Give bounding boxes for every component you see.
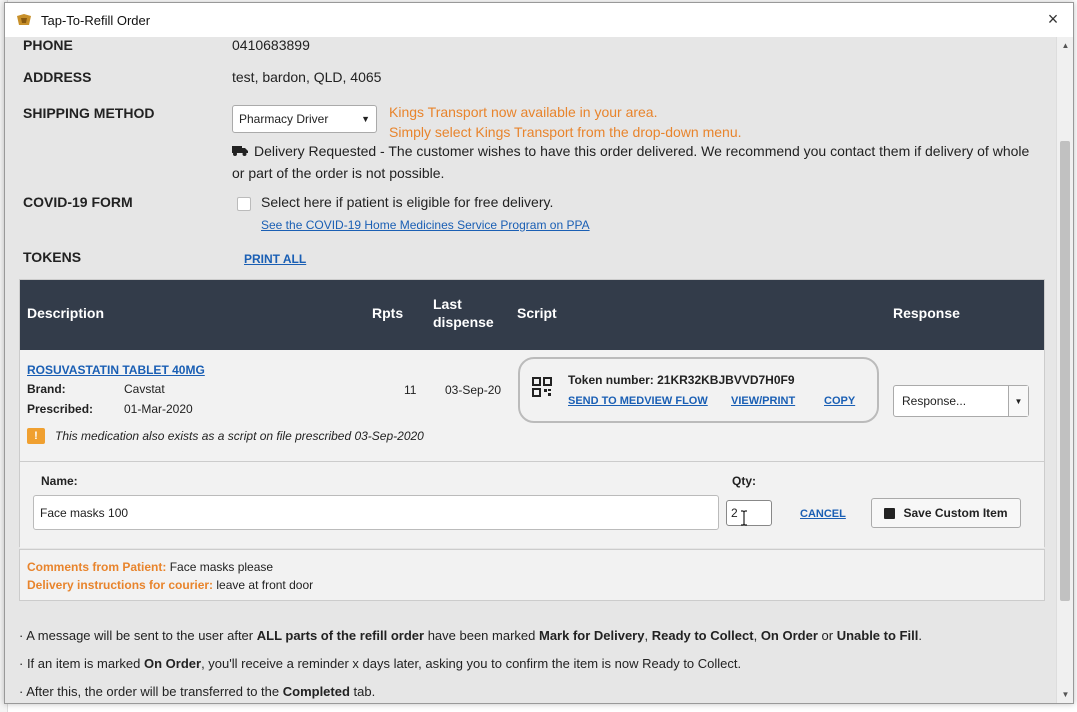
save-disk-icon — [884, 507, 896, 519]
brand-label: Brand: — [27, 382, 66, 396]
delivery-requested-note: Delivery Requested - The customer wishes… — [232, 142, 1030, 181]
dialog-content: PHONE 0410683899 ADDRESS test, bardon, Q… — [5, 37, 1057, 703]
shipping-method-value: Pharmacy Driver — [239, 112, 329, 126]
covid-eligible-checkbox[interactable] — [237, 197, 251, 211]
header-description: Description — [27, 305, 105, 321]
header-script: Script — [517, 305, 557, 321]
last-dispense-value: 03-Sep-20 — [445, 383, 502, 397]
print-all-link[interactable]: PRINT ALL — [244, 252, 306, 266]
scroll-down-icon[interactable]: ▼ — [1057, 686, 1074, 703]
custom-qty-label: Qty: — [732, 474, 756, 488]
header-last-dispense: Last dispense — [433, 296, 494, 330]
close-icon[interactable]: × — [1043, 9, 1063, 29]
warning-text: This medication also exists as a script … — [55, 429, 424, 443]
kings-transport-notice: Kings Transport now available in your ar… — [389, 104, 742, 140]
custom-qty-input[interactable]: 2 — [726, 500, 772, 526]
caret-down-icon: ▼ — [361, 114, 370, 124]
refill-order-dialog: Tap-To-Refill Order × PHONE 0410683899 A… — [4, 2, 1074, 704]
qr-code-icon — [532, 377, 552, 401]
courier-instructions: Delivery instructions for courier: leave… — [27, 578, 314, 592]
window-title: Tap-To-Refill Order — [41, 12, 151, 28]
tokens-label: TOKENS — [23, 249, 82, 265]
covid-checkbox-text: Select here if patient is eligible for f… — [261, 194, 554, 210]
response-select[interactable]: Response... ▼ — [893, 385, 1029, 417]
prescribed-value: 01-Mar-2020 — [124, 402, 193, 416]
info-bullet: · After this, the order will be transfer… — [19, 684, 376, 699]
shipping-method-label: SHIPPING METHOD — [23, 105, 155, 121]
header-rpts: Rpts — [372, 305, 404, 321]
title-bar: Tap-To-Refill Order × — [5, 3, 1073, 37]
covid-form-label: COVID-19 FORM — [23, 194, 133, 210]
caret-down-icon: ▼ — [1008, 386, 1028, 416]
custom-name-input[interactable]: Face masks 100 — [33, 495, 719, 530]
copy-link[interactable]: COPY — [824, 395, 855, 407]
table-row: ROSUVASTATIN TABLET 40MG Brand: Cavstat … — [20, 350, 1044, 462]
send-to-medview-link[interactable]: SEND TO MEDVIEW FLOW — [568, 395, 708, 407]
order-comments: Comments from Patient: Face masks please… — [19, 549, 1045, 601]
phone-label: PHONE — [23, 37, 73, 53]
shipping-method-select[interactable]: Pharmacy Driver ▼ — [232, 105, 377, 133]
duplicate-script-warning: ! This medication also exists as a scrip… — [27, 428, 424, 444]
info-bullets: · A message will be sent to the user aft… — [19, 627, 1049, 703]
cancel-custom-item-link[interactable]: CANCEL — [800, 508, 846, 520]
custom-item-form: Name: Qty: Face masks 100 2 CANCEL Save … — [20, 462, 1044, 548]
order-items-table: Description Rpts Last dispense Script Re… — [19, 279, 1045, 548]
patient-comment: Comments from Patient: Face masks please — [27, 560, 274, 574]
view-print-link[interactable]: VIEW/PRINT — [731, 395, 795, 407]
warning-icon: ! — [27, 428, 45, 444]
scrollbar-thumb[interactable] — [1060, 141, 1070, 601]
header-response: Response — [893, 305, 960, 321]
response-value: Response... — [902, 394, 967, 408]
prescribed-label: Prescribed: — [27, 402, 94, 416]
medication-link[interactable]: ROSUVASTATIN TABLET 40MG — [27, 363, 205, 377]
phone-value: 0410683899 — [232, 37, 310, 53]
covid-program-link[interactable]: See the COVID-19 Home Medicines Service … — [261, 218, 590, 232]
custom-name-label: Name: — [41, 474, 78, 488]
rpts-value: 11 — [404, 383, 417, 397]
table-header: Description Rpts Last dispense Script Re… — [20, 280, 1044, 350]
scroll-up-icon[interactable]: ▲ — [1057, 37, 1074, 54]
app-icon — [15, 11, 33, 29]
save-custom-item-button[interactable]: Save Custom Item — [871, 498, 1021, 528]
info-bullet: · A message will be sent to the user aft… — [19, 628, 922, 643]
text-cursor-icon — [740, 510, 748, 531]
vertical-scrollbar[interactable]: ▲ ▼ — [1056, 37, 1073, 703]
address-label: ADDRESS — [23, 69, 92, 85]
brand-value: Cavstat — [124, 382, 165, 396]
info-bullet: · If an item is marked On Order, you'll … — [19, 656, 742, 671]
address-value: test, bardon, QLD, 4065 — [232, 69, 382, 85]
token-number: Token number: 21KR32KBJBVVD7H0F9 — [568, 373, 795, 387]
token-box: Token number: 21KR32KBJBVVD7H0F9 SEND TO… — [518, 357, 879, 423]
truck-icon — [232, 142, 248, 163]
